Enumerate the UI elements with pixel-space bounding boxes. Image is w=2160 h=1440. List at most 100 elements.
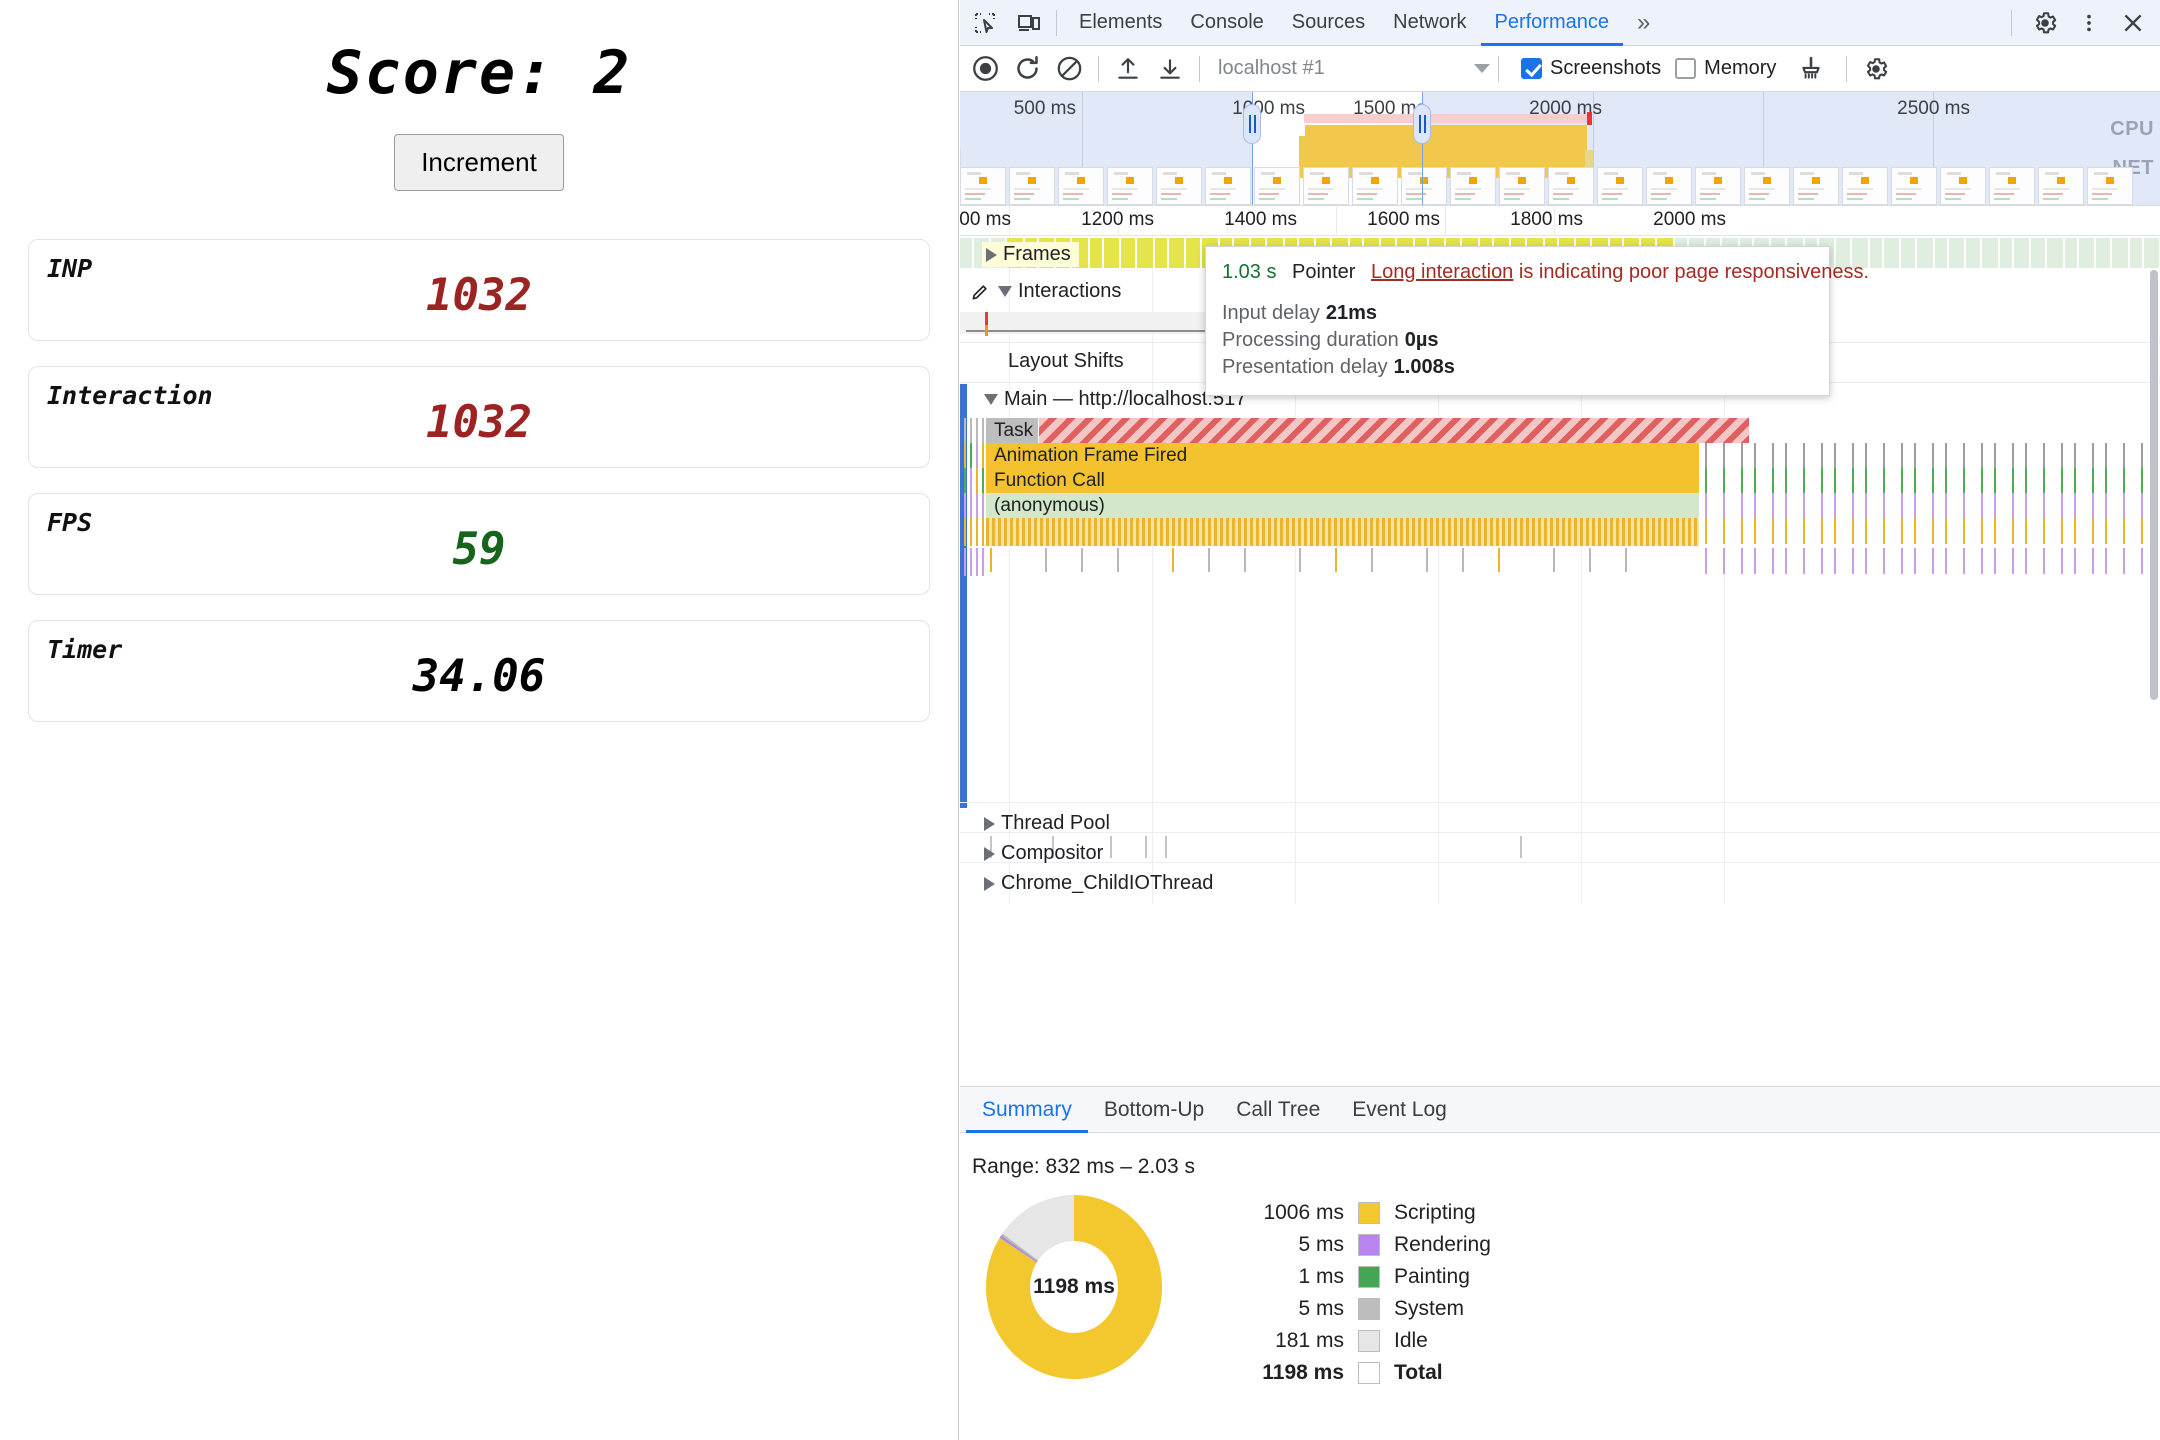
frame-cell[interactable] [2144, 238, 2159, 268]
frame-cell[interactable] [1870, 238, 1882, 268]
micro-event[interactable] [1932, 443, 1934, 469]
flame-bar-dense-children[interactable] [986, 518, 1700, 546]
micro-event[interactable] [1883, 493, 1885, 519]
micro-event[interactable] [1785, 493, 1787, 519]
micro-event[interactable] [976, 443, 978, 471]
micro-event[interactable] [1821, 518, 1823, 544]
micro-event[interactable] [2092, 518, 2094, 544]
micro-event[interactable] [1741, 468, 1743, 494]
micro-event[interactable] [2123, 548, 2125, 574]
filmstrip-frame[interactable] [960, 167, 1006, 205]
micro-event[interactable] [2061, 443, 2063, 469]
micro-event[interactable] [1945, 493, 1947, 519]
micro-event[interactable] [1981, 493, 1983, 519]
filmstrip-frame[interactable] [1058, 167, 1104, 205]
micro-event[interactable] [1901, 548, 1903, 574]
micro-event[interactable] [1883, 468, 1885, 494]
micro-event[interactable] [1754, 518, 1756, 544]
micro-event[interactable] [1335, 548, 1337, 572]
micro-event[interactable] [1994, 468, 1996, 494]
vertical-scrollbar[interactable] [2150, 270, 2158, 700]
micro-event[interactable] [2141, 548, 2143, 574]
filmstrip-frame[interactable] [1989, 167, 2035, 205]
micro-event[interactable] [982, 493, 984, 521]
micro-event[interactable] [1901, 493, 1903, 519]
micro-event[interactable] [1723, 443, 1725, 469]
micro-event[interactable] [1932, 468, 1934, 494]
micro-event[interactable] [964, 468, 966, 496]
filmstrip-frame[interactable] [1499, 167, 1545, 205]
micro-event[interactable] [1963, 493, 1965, 519]
flame-bar-anonymous[interactable]: (anonymous) [986, 493, 1700, 518]
micro-event[interactable] [2043, 493, 2045, 519]
micro-event[interactable] [1785, 518, 1787, 544]
micro-event[interactable] [1772, 468, 1774, 494]
micro-event[interactable] [982, 548, 984, 576]
frame-cell[interactable] [1917, 238, 1933, 268]
micro-event[interactable] [2012, 468, 2014, 494]
micro-event[interactable] [964, 493, 966, 521]
track-thread-pool[interactable]: Thread Pool [984, 812, 1110, 835]
micro-event[interactable] [1165, 836, 1167, 858]
micro-event[interactable] [1705, 548, 1707, 574]
micro-event[interactable] [1932, 518, 1934, 544]
frame-cell[interactable] [2014, 238, 2029, 268]
micro-event[interactable] [1741, 443, 1743, 469]
frame-cell[interactable] [2065, 238, 2077, 268]
micro-event[interactable] [1520, 836, 1522, 858]
frame-cell[interactable] [1884, 238, 1899, 268]
upload-profile-icon[interactable] [1107, 49, 1149, 89]
micro-event[interactable] [1371, 548, 1373, 572]
micro-event[interactable] [2141, 518, 2143, 544]
micro-event[interactable] [2061, 468, 2063, 494]
micro-event[interactable] [1945, 548, 1947, 574]
micro-event[interactable] [1821, 443, 1823, 469]
micro-event[interactable] [2141, 468, 2143, 494]
filmstrip-frame[interactable] [1842, 167, 1888, 205]
micro-event[interactable] [1852, 468, 1854, 494]
micro-event[interactable] [1914, 548, 1916, 574]
micro-event[interactable] [1865, 493, 1867, 519]
micro-event[interactable] [982, 418, 984, 446]
tab-call-tree[interactable]: Call Tree [1220, 1087, 1336, 1133]
micro-event[interactable] [976, 493, 978, 521]
micro-event[interactable] [1723, 548, 1725, 574]
timeline-overview[interactable]: 500 ms 1000 ms 1500 ms 2000 ms 2500 ms C… [960, 92, 2160, 206]
frame-cell[interactable] [2000, 238, 2012, 268]
micro-event[interactable] [2043, 468, 2045, 494]
flame-bar-animation-frame-fired[interactable]: Animation Frame Fired [986, 443, 1700, 468]
memory-checkbox[interactable]: Memory [1675, 57, 1776, 80]
micro-event[interactable] [1821, 493, 1823, 519]
micro-event[interactable] [2123, 493, 2125, 519]
flame-bar-long-task[interactable] [1039, 418, 1750, 443]
legend-row[interactable]: 181 ms Idle [1220, 1325, 1491, 1357]
micro-event[interactable] [1803, 548, 1805, 574]
flame-bar-task[interactable]: Task [986, 418, 1039, 443]
micro-event[interactable] [2123, 468, 2125, 494]
micro-event[interactable] [2074, 443, 2076, 469]
micro-event[interactable] [1865, 518, 1867, 544]
micro-event[interactable] [1705, 468, 1707, 494]
capture-settings-gear-icon[interactable] [1855, 49, 1897, 89]
micro-event[interactable] [1914, 468, 1916, 494]
legend-row[interactable]: 1006 ms Scripting [1220, 1197, 1491, 1229]
frame-cell[interactable] [1901, 238, 1915, 268]
micro-event[interactable] [2141, 493, 2143, 519]
micro-event[interactable] [1834, 518, 1836, 544]
micro-event[interactable] [1901, 518, 1903, 544]
micro-event[interactable] [976, 418, 978, 446]
frame-cell[interactable] [1982, 238, 1998, 268]
micro-event[interactable] [1901, 443, 1903, 469]
micro-event[interactable] [1589, 548, 1591, 572]
micro-event[interactable] [1772, 443, 1774, 469]
frame-cell[interactable] [1935, 238, 1947, 268]
micro-event[interactable] [970, 443, 972, 471]
micro-event[interactable] [1754, 548, 1756, 574]
micro-event[interactable] [1803, 468, 1805, 494]
more-tabs-icon[interactable]: » [1623, 0, 1664, 46]
micro-event[interactable] [1852, 518, 1854, 544]
micro-event[interactable] [2123, 443, 2125, 469]
micro-event[interactable] [1208, 548, 1210, 572]
micro-event[interactable] [2092, 468, 2094, 494]
frame-cell[interactable] [1186, 238, 1200, 268]
